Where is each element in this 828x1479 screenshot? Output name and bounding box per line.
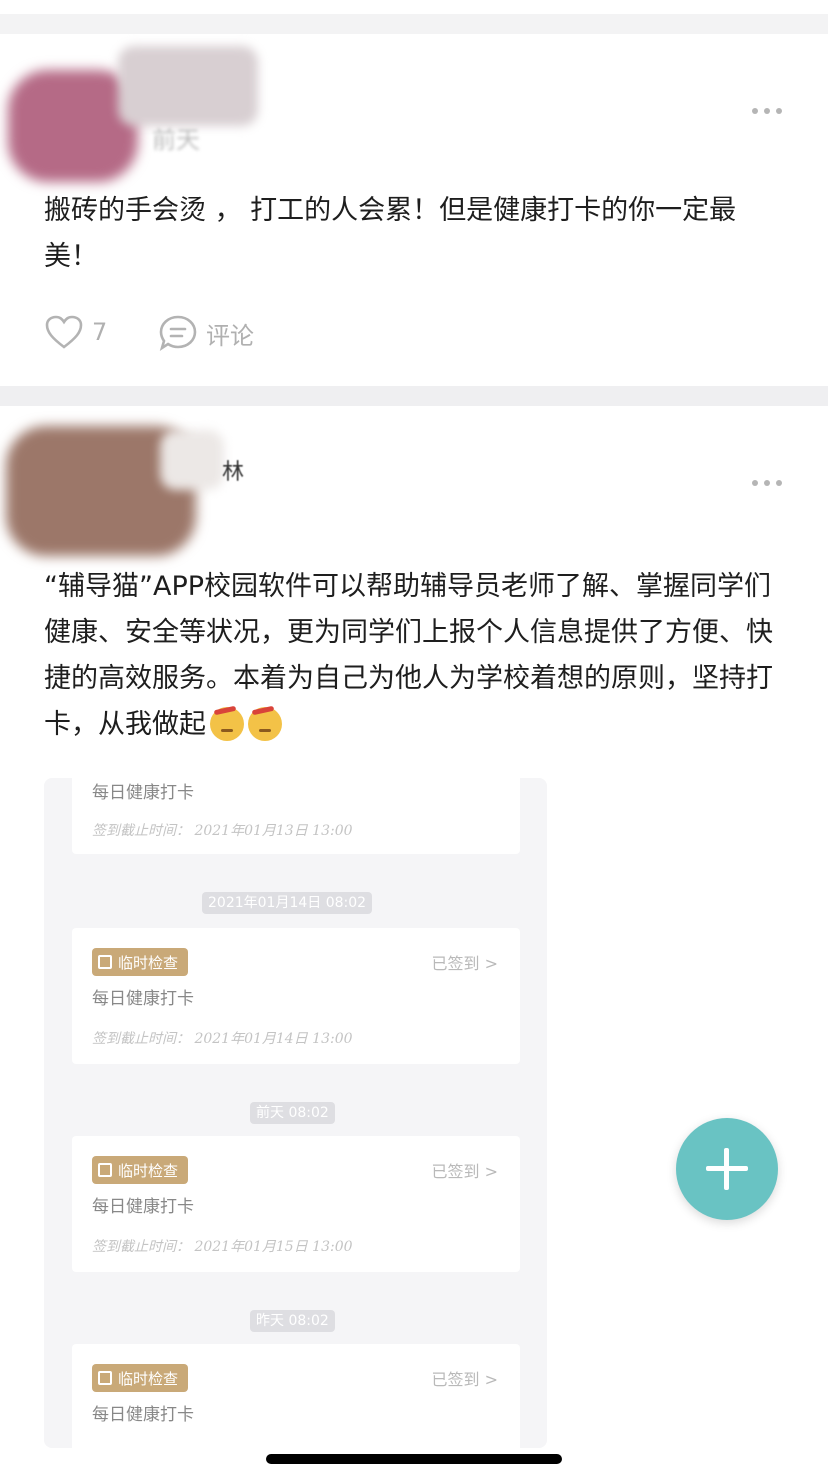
author-name[interactable] — [118, 46, 258, 126]
card-title: 每日健康打卡 — [92, 1197, 194, 1217]
post-card: 林 “辅导猫”APP校园软件可以帮助辅导员老师了解、掌握同学们健康、安全等状况，… — [0, 406, 828, 1479]
card-status: 已签到 > — [431, 1162, 499, 1181]
post-card: 前天 搬砖的手会烫 ， 打工的人会累！但是健康打卡的你一定最美！ 7 评论 — [0, 34, 828, 386]
card-status: 已签到 > — [431, 1370, 499, 1389]
divider — [0, 386, 828, 406]
temp-check-badge: 临时检查 — [92, 948, 189, 976]
date-label: 昨天 08:02 — [250, 1310, 335, 1332]
comment-icon — [159, 315, 197, 352]
more-icon[interactable] — [752, 478, 782, 488]
more-icon[interactable] — [752, 106, 782, 116]
post-text: 搬砖的手会烫 ， 打工的人会累！但是健康打卡的你一定最美！ — [44, 195, 737, 272]
card-deadline: 签到截止时间： 2021年01月14日 13:00 — [92, 1031, 353, 1047]
checkin-card: 临时检查 已签到 > 每日健康打卡 签到截止时间： 2021年01月14日 13… — [72, 928, 520, 1064]
plus-icon — [724, 1148, 729, 1190]
emoji-icon — [248, 707, 282, 741]
add-post-button[interactable] — [676, 1118, 778, 1220]
comment-label: 评论 — [206, 321, 254, 350]
card-deadline: 签到截止时间： 2021年01月15日 13:00 — [92, 1239, 353, 1255]
card-title: 每日健康打卡 — [92, 783, 194, 803]
emoji-icon — [210, 707, 244, 741]
post-text-body: “辅导猫”APP校园软件可以帮助辅导员老师了解、掌握同学们健康、安全等状况，更为… — [44, 571, 773, 740]
calendar-icon — [98, 1371, 112, 1385]
author-name-blur — [160, 430, 224, 490]
checkin-card: 临时检查 已签到 > 每日健康打卡 — [72, 1344, 520, 1448]
top-strip — [0, 0, 828, 14]
date-label: 2021年01月14日 08:02 — [202, 892, 373, 914]
checkin-card: 每日健康打卡 签到截止时间： 2021年01月13日 13:00 — [72, 778, 520, 854]
calendar-icon — [98, 955, 112, 969]
like-count: 7 — [92, 318, 108, 346]
temp-check-badge: 临时检查 — [92, 1156, 189, 1184]
temp-check-badge: 临时检查 — [92, 1364, 189, 1392]
card-title: 每日健康打卡 — [92, 1405, 194, 1425]
post-time: 前天 — [152, 126, 200, 154]
checkin-card: 临时检查 已签到 > 每日健康打卡 签到截止时间： 2021年01月15日 13… — [72, 1136, 520, 1272]
calendar-icon — [98, 1163, 112, 1177]
heart-icon — [45, 315, 83, 349]
post-text: “辅导猫”APP校园软件可以帮助辅导员老师了解、掌握同学们健康、安全等状况，更为… — [44, 564, 784, 748]
post-image[interactable]: 每日健康打卡 签到截止时间： 2021年01月13日 13:00 2021年01… — [44, 778, 547, 1448]
card-deadline: 签到截止时间： 2021年01月13日 13:00 — [92, 823, 353, 839]
card-title: 每日健康打卡 — [92, 989, 194, 1009]
author-name[interactable]: 林 — [222, 454, 244, 486]
date-label: 前天 08:02 — [250, 1102, 335, 1124]
comment-button[interactable]: 评论 — [158, 314, 254, 352]
home-indicator[interactable] — [266, 1454, 562, 1464]
card-status: 已签到 > — [431, 954, 499, 973]
like-button[interactable]: 7 — [44, 314, 107, 350]
